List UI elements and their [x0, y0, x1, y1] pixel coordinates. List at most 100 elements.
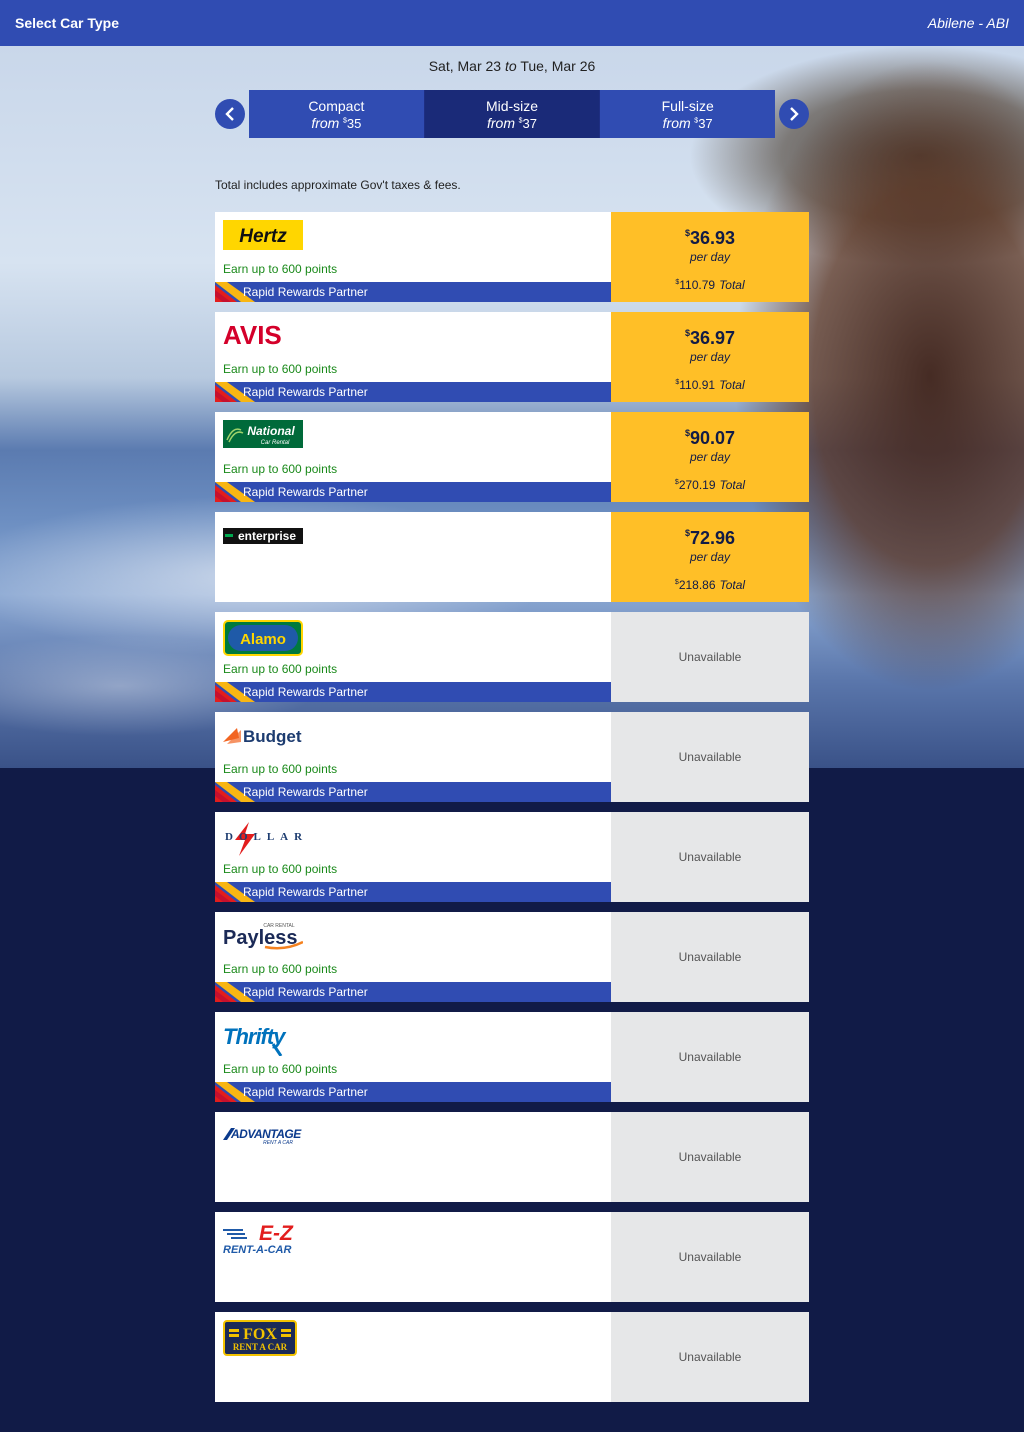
rapid-rewards-label: Rapid Rewards Partner: [243, 285, 368, 299]
unavailable-label: Unavailable: [611, 812, 809, 902]
unavailable-label: Unavailable: [611, 1112, 809, 1202]
select-rate-button[interactable]: $36.93 per day $110.79 Total: [611, 212, 809, 302]
prev-car-type-button[interactable]: [215, 99, 245, 129]
svg-text:E-Z: E-Z: [259, 1222, 294, 1245]
vendor-info: Hertz Earn up to 600 points Rapid Rewards …: [215, 212, 611, 302]
tab-price: 37: [698, 116, 713, 131]
rapid-rewards-label: Rapid Rewards Partner: [243, 1085, 368, 1099]
next-car-type-button[interactable]: [779, 99, 809, 129]
vendor-card-thrifty: Thrifty Earn up to 600 points Rapid Reward…: [215, 1012, 809, 1102]
daily-price: $72.96: [611, 528, 809, 549]
earn-points-text: Earn up to 600 points: [223, 362, 338, 376]
earn-points-text: Earn up to 600 points: [223, 962, 338, 976]
total-price: $110.79 Total: [611, 278, 809, 292]
rapid-rewards-partner-bar: Rapid Rewards Partner: [215, 282, 611, 302]
svg-text:enterprise: enterprise: [238, 529, 296, 543]
vendor-info: DOLLAR Earn up to 600 points Rapid Rewards…: [215, 812, 611, 902]
advantage-logo: ADVANTAGE RENT A CAR: [223, 1120, 303, 1150]
avis-logo: AVIS: [223, 320, 303, 350]
earn-points-text: Earn up to 600 points: [223, 462, 338, 476]
tab-label: Compact: [308, 98, 365, 114]
alamo-logo: Alamo: [223, 620, 303, 656]
chevron-right-icon: [790, 107, 799, 121]
total-price-value: 110.91: [679, 378, 716, 392]
daily-price-value: 36.93: [689, 228, 736, 248]
tab-full-size[interactable]: Full-size from $37: [600, 90, 776, 138]
top-bar: Select Car Type Abilene - ABI: [0, 0, 1024, 46]
unavailable-label: Unavailable: [611, 1312, 809, 1402]
per-day-label: per day: [689, 550, 731, 564]
total-label: Total: [719, 278, 745, 292]
rapid-rewards-partner-bar: Rapid Rewards Partner: [215, 1082, 611, 1102]
tab-from-price: from $37: [600, 115, 775, 131]
date-range: Sat, Mar 23 to Tue, Mar 26: [0, 58, 1024, 74]
rapid-rewards-partner-bar: Rapid Rewards Partner: [215, 482, 611, 502]
svg-text:RENT-A-CAR: RENT-A-CAR: [223, 1244, 291, 1256]
rapid-rewards-label: Rapid Rewards Partner: [243, 985, 368, 999]
unavailable-label: Unavailable: [611, 1012, 809, 1102]
hertz-logo: Hertz: [223, 220, 303, 250]
per-day-label: per day: [689, 350, 731, 364]
daily-price-value: 36.97: [689, 328, 736, 348]
earn-points-text: Earn up to 600 points: [223, 862, 338, 876]
vendor-card-advantage: ADVANTAGE RENT A CAR Unavailable: [215, 1112, 809, 1202]
total-price-value: 218.86: [678, 578, 716, 592]
vendor-info: Thrifty Earn up to 600 points Rapid Reward…: [215, 1012, 611, 1102]
vendor-card-ez: E-Z RENT-A-CAR Unavailable: [215, 1212, 809, 1302]
vendor-info: AVIS Earn up to 600 points Rapid Rewards P…: [215, 312, 611, 402]
rapid-rewards-partner-bar: Rapid Rewards Partner: [215, 682, 611, 702]
tab-from-price: from $37: [425, 115, 600, 131]
svg-text:Car Rental: Car Rental: [261, 440, 290, 446]
unavailable-label: Unavailable: [611, 1212, 809, 1302]
taxes-note: Total includes approximate Gov't taxes &…: [215, 178, 461, 192]
total-label: Total: [719, 378, 745, 392]
rapid-rewards-partner-bar: Rapid Rewards Partner: [215, 982, 611, 1002]
unavailable-label: Unavailable: [611, 712, 809, 802]
daily-price: $36.97: [611, 328, 809, 349]
vendor-info: National Car Rental Earn up to 600 points R…: [215, 412, 611, 502]
per-day-label: per day: [689, 250, 731, 264]
vendor-card-budget: Budget Earn up to 600 points Rapid Rewards…: [215, 712, 809, 802]
rapid-rewards-label: Rapid Rewards Partner: [243, 885, 368, 899]
rapid-rewards-partner-bar: Rapid Rewards Partner: [215, 782, 611, 802]
select-rate-button[interactable]: $36.97 per day $110.91 Total: [611, 312, 809, 402]
rapid-rewards-label: Rapid Rewards Partner: [243, 485, 368, 499]
per-day-label: per day: [689, 450, 731, 464]
ez-logo: E-Z RENT-A-CAR: [223, 1220, 303, 1256]
location-label: Abilene - ABI: [927, 15, 1009, 31]
tab-compact[interactable]: Compact from $35: [249, 90, 425, 138]
select-rate-button[interactable]: $72.96 per day $218.86 Total: [611, 512, 809, 602]
daily-price: $36.93: [611, 228, 809, 249]
vendor-card-avis: AVIS Earn up to 600 points Rapid Rewards P…: [215, 312, 809, 402]
from-label: from: [311, 115, 340, 131]
total-price: $218.86 Total: [611, 578, 809, 592]
select-rate-button[interactable]: $90.07 per day $270.19 Total: [611, 412, 809, 502]
vendor-list: Hertz Earn up to 600 points Rapid Rewards …: [215, 212, 809, 1412]
total-label: Total: [719, 478, 746, 492]
tab-label: Mid-size: [485, 98, 539, 114]
total-price-value: 270.19: [678, 478, 716, 492]
vendor-info: FOX RENT A CAR: [215, 1312, 611, 1402]
enterprise-logo: enterprise: [223, 520, 303, 550]
car-type-tabs: Compact from $35 Mid-size from $37 Full-size…: [215, 90, 809, 138]
payless-logo: CAR RENTAL Payless: [223, 920, 304, 950]
svg-text:Thrifty: Thrifty: [223, 1024, 287, 1049]
earn-points-text: Earn up to 600 points: [223, 762, 338, 776]
unavailable-label: Unavailable: [611, 912, 809, 1002]
rapid-rewards-label: Rapid Rewards Partner: [243, 785, 368, 799]
vendor-card-dollar: DOLLAR Earn up to 600 points Rapid Rewards…: [215, 812, 809, 902]
tab-mid-size[interactable]: Mid-size from $37: [424, 90, 601, 138]
from-label: from: [662, 115, 691, 131]
unavailable-label: Unavailable: [611, 612, 809, 702]
svg-text:ADVANTAGE: ADVANTAGE: [230, 1127, 302, 1141]
svg-text:Hertz: Hertz: [239, 226, 287, 247]
svg-text:Alamo: Alamo: [240, 631, 286, 648]
daily-price-value: 72.96: [689, 528, 736, 548]
chevron-left-icon: [225, 107, 234, 121]
vendor-info: CAR RENTAL Payless Earn up to 600 points Ra…: [215, 912, 611, 1002]
vendor-card-national: National Car Rental Earn up to 600 points R…: [215, 412, 809, 502]
rapid-rewards-label: Rapid Rewards Partner: [243, 385, 368, 399]
vendor-info: enterprise: [215, 512, 611, 602]
date-to-label: to: [504, 58, 517, 74]
page-title: Select Car Type: [15, 15, 120, 31]
